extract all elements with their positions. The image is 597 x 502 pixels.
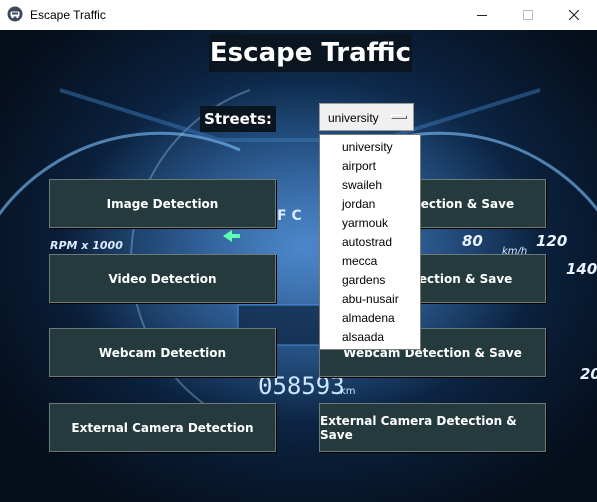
window-titlebar: Escape Traffic bbox=[0, 0, 597, 30]
close-icon bbox=[569, 10, 579, 20]
app-heading: Escape Traffic bbox=[209, 34, 412, 72]
street-option[interactable]: yarmouk bbox=[342, 214, 388, 233]
speed-tick-1: 120 bbox=[536, 232, 567, 250]
street-option[interactable]: airport bbox=[342, 157, 376, 176]
app-car-icon bbox=[7, 6, 23, 22]
odometer-unit: km bbox=[340, 386, 356, 397]
minimize-icon bbox=[477, 15, 487, 16]
external-camera-detection-button[interactable]: External Camera Detection bbox=[49, 403, 276, 452]
street-option[interactable]: university bbox=[342, 138, 393, 157]
streets-select-value: university bbox=[328, 111, 379, 125]
speed-tick-0: 80 bbox=[462, 232, 483, 250]
external-camera-detection-save-button[interactable]: External Camera Detection & Save bbox=[319, 403, 546, 452]
street-option[interactable]: almadena bbox=[342, 309, 395, 328]
rpm-readout: RPM x 1000 bbox=[50, 239, 123, 252]
window-title: Escape Traffic bbox=[30, 8, 106, 22]
app-window: RPM x 1000 F C 058593 km 80 120 km/h 140… bbox=[0, 30, 597, 502]
option-menu-indicator-icon bbox=[391, 115, 407, 119]
minimize-button[interactable] bbox=[459, 0, 505, 30]
street-option[interactable]: abu-nusair bbox=[342, 290, 399, 309]
image-detection-button[interactable]: Image Detection bbox=[49, 179, 276, 228]
maximize-icon bbox=[523, 10, 533, 20]
maximize-button[interactable] bbox=[505, 0, 551, 30]
street-option[interactable]: alsaada bbox=[342, 328, 384, 347]
streets-select[interactable]: university bbox=[319, 103, 414, 131]
streets-label: Streets: bbox=[200, 106, 276, 132]
street-option[interactable]: mecca bbox=[342, 252, 377, 271]
close-button[interactable] bbox=[551, 0, 597, 30]
video-detection-button[interactable]: Video Detection bbox=[49, 254, 276, 303]
streets-dropdown-list: university airport swaileh jordan yarmou… bbox=[319, 134, 421, 350]
speed-tick-3: 20 bbox=[580, 365, 597, 383]
street-option[interactable]: swaileh bbox=[342, 176, 382, 195]
webcam-detection-button[interactable]: Webcam Detection bbox=[49, 328, 276, 377]
street-option[interactable]: gardens bbox=[342, 271, 385, 290]
street-option[interactable]: jordan bbox=[342, 195, 375, 214]
speed-tick-2: 140 bbox=[566, 260, 597, 278]
fuel-readout: F C bbox=[277, 208, 302, 224]
street-option[interactable]: autostrad bbox=[342, 233, 392, 252]
